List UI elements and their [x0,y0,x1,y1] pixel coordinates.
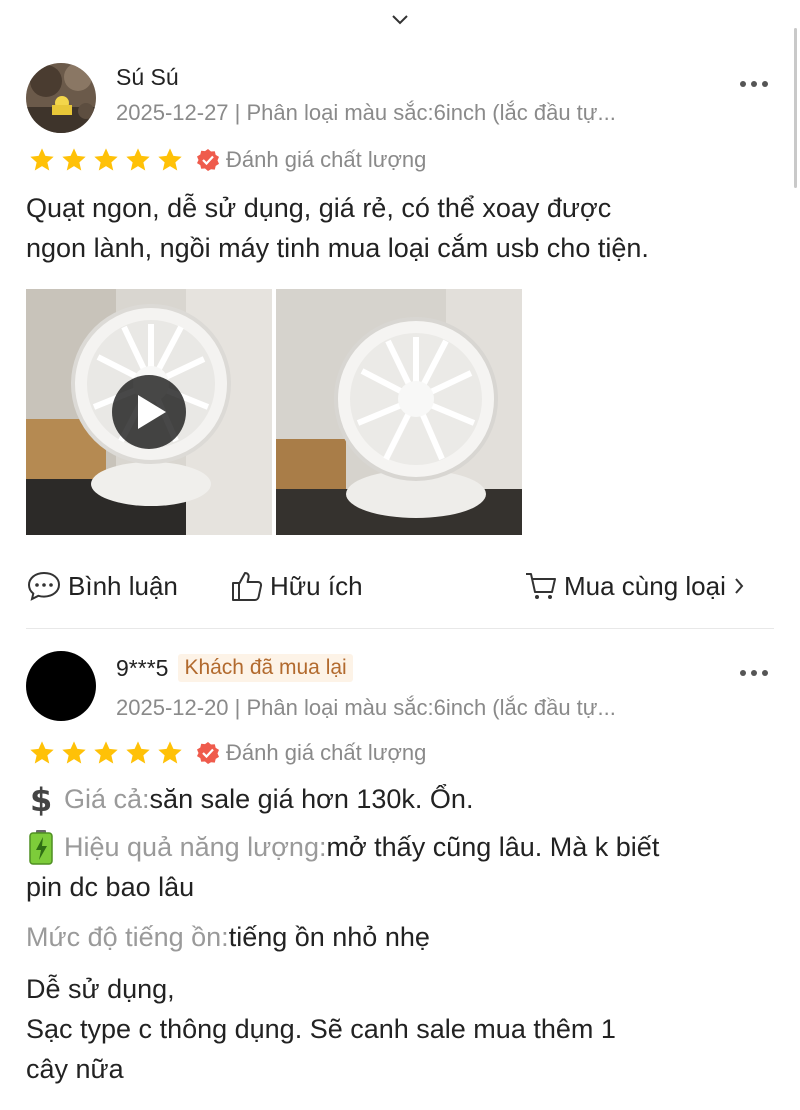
attribute-label: Giá cả: [64,784,150,814]
star-icon [30,148,54,171]
review-text-line: Dễ sử dụng, [26,974,175,1004]
buy-same-button[interactable]: Mua cùng loại [524,570,746,602]
quality-badge: Đánh giá chất lượng [196,147,426,173]
review-text-line: Sạc type c thông dụng. Sẽ canh sale mua … [26,1014,616,1044]
star-icon [94,741,118,764]
review-card: 9***5 Khách đã mua lại 2025-12-20 | Phân… [0,629,800,1110]
review-photo[interactable] [276,289,522,535]
review-text-line: Quạt ngon, dễ sử dụng, giá rẻ, có thể xo… [26,193,612,223]
review-text: Dễ sử dụng, Sạc type c thông dụng. Sẽ ca… [26,969,616,1089]
repurchase-badge: Khách đã mua lại [178,654,353,682]
review-meta: 2025-12-27 | Phân loại màu sắc:6inch (lắ… [116,100,616,125]
quality-badge-label: Đánh giá chất lượng [226,147,427,172]
rating-row: Đánh giá chất lượng [28,146,426,174]
comment-button[interactable]: Bình luận [26,570,178,602]
user-name[interactable]: Sú Sú [116,64,179,91]
quality-badge: Đánh giá chất lượng [196,740,426,766]
star-icon [94,148,118,171]
buy-same-label: Mua cùng loại [564,570,726,601]
attribute-value-cont: pin dc bao lâu [26,872,195,902]
user-name[interactable]: 9***5 [116,655,168,682]
helpful-button[interactable]: Hữu ích [230,570,363,602]
rating-row: Đánh giá chất lượng [28,739,426,767]
avatar[interactable] [26,651,96,721]
review-text: Quạt ngon, dễ sử dụng, giá rẻ, có thể xo… [26,188,649,268]
svg-text:$: $ [30,781,52,817]
attribute-value: mở thấy cũng lâu. Mà k biết [326,832,660,862]
review-meta: 2025-12-20 | Phân loại màu sắc:6inch (lắ… [116,695,616,720]
attribute-price: $ Giá cả: săn sale giá hơn 130k. Ổn. [26,779,659,819]
chevron-right-icon [735,578,744,594]
attribute-label: Hiệu quả năng lượng: [64,832,327,862]
star-icon [126,148,150,171]
more-options-icon[interactable] [738,668,770,678]
review-actions: Bình luận Hữu ích Mua cùng loại [0,566,800,610]
review-media [26,289,522,535]
comment-label: Bình luận [68,570,178,601]
attribute-value: săn sale giá hơn 130k. Ổn. [149,784,474,814]
star-rating [28,739,184,767]
verified-badge-icon [197,742,219,764]
review-text-line: ngon lành, ngồi máy tinh mua loại cắm us… [26,233,649,263]
dollar-icon: $ [30,781,52,817]
more-options-icon[interactable] [738,79,770,89]
review-text-line: cây nữa [26,1054,124,1084]
review-attributes: $ Giá cả: săn sale giá hơn 130k. Ổn. Hiệu… [26,779,659,957]
star-icon [126,741,150,764]
star-icon [62,148,86,171]
star-icon [62,741,86,764]
quality-badge-label: Đánh giá chất lượng [226,740,427,765]
attribute-label: Mức độ tiếng ồn: [26,922,229,952]
star-icon [158,148,182,171]
star-icon [158,741,182,764]
attribute-energy: Hiệu quả năng lượng: mở thấy cũng lâu. Mà… [26,827,659,867]
review-card: Sú Sú 2025-12-27 | Phân loại màu sắc:6in… [0,0,800,628]
star-icon [30,741,54,764]
battery-icon [29,830,53,865]
helpful-label: Hữu ích [270,570,363,601]
attribute-value: tiếng ồn nhỏ nhẹ [228,922,430,952]
review-video-thumbnail[interactable] [26,289,272,535]
star-rating [28,146,184,174]
thumbs-up-icon [232,572,263,601]
attribute-noise: Mức độ tiếng ồn:tiếng ồn nhỏ nhẹ [26,917,659,957]
comment-icon [27,571,61,601]
avatar[interactable] [26,63,96,133]
verified-badge-icon [197,149,219,171]
cart-icon [526,573,556,599]
